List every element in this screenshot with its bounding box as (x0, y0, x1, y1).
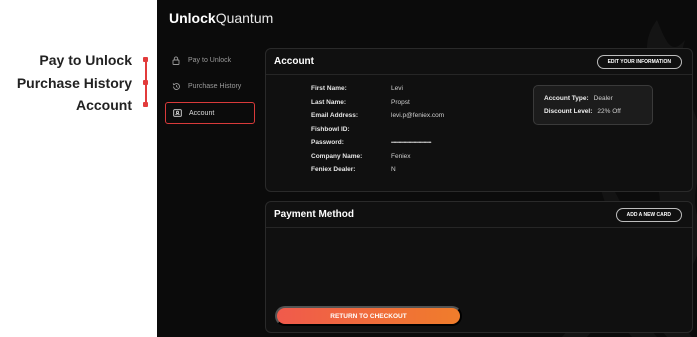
sidebar-item-label: Purchase History (188, 82, 242, 90)
history-icon (171, 81, 181, 91)
lock-icon (171, 55, 181, 65)
field-label: Fishbowl ID: (311, 125, 350, 133)
callout-purchase-history: Purchase History (16, 75, 132, 91)
field-label: Last Name: (311, 98, 347, 106)
field-row-password: Password: ••••••••••••••••••••••••••••••… (311, 136, 444, 150)
logo-bold-text: Unlock (169, 10, 216, 26)
discount-level-value: 22% Off (597, 108, 621, 115)
field-row-company-name: Company Name: Feniex (311, 150, 444, 164)
field-value: levi.p@feniex.com (391, 112, 445, 120)
field-label: Email Address: (311, 112, 359, 120)
return-to-checkout-button[interactable]: RETURN TO CHECKOUT (275, 306, 462, 326)
callout-marker (143, 57, 148, 62)
sidebar-item-account[interactable]: Account (165, 102, 255, 124)
account-panel-header: Account EDIT YOUR INFORMATION (266, 49, 692, 75)
callout-marker (143, 102, 148, 107)
account-panel: Account EDIT YOUR INFORMATION First Name… (265, 48, 693, 192)
sidebar: Pay to Unlock Purchase History Account (165, 50, 255, 130)
password-mask: •••••••••••••••••••••••••••••••• (391, 139, 432, 146)
account-fields: First Name: Levi Last Name: Propst Email… (311, 82, 444, 177)
app-window: UnlockQuantum Pay to Unlock Purchase His… (157, 0, 697, 337)
account-title: Account (274, 56, 314, 67)
callout-pay-to-unlock: Pay to Unlock (39, 52, 132, 68)
payment-method-panel: Payment Method ADD A NEW CARD RETURN TO … (265, 201, 693, 333)
account-type-label: Account Type: (544, 95, 589, 102)
discount-level-row: Discount Level: 22% Off (544, 105, 642, 118)
callout-annotations: Pay to Unlock Purchase History Account (0, 0, 160, 337)
sidebar-item-purchase-history[interactable]: Purchase History (165, 76, 255, 96)
field-value: Levi (391, 85, 403, 93)
field-value: Feniex (391, 152, 411, 160)
account-type-card: Account Type: Dealer Discount Level: 22%… (533, 85, 653, 125)
sidebar-item-pay-to-unlock[interactable]: Pay to Unlock (165, 50, 255, 70)
field-row-feniex-dealer: Feniex Dealer: N (311, 163, 444, 177)
add-new-card-button[interactable]: ADD A NEW CARD (615, 207, 682, 222)
id-card-icon (172, 108, 182, 118)
sidebar-item-label: Pay to Unlock (188, 56, 232, 64)
field-row-last-name: Last Name: Propst (311, 96, 444, 110)
field-label: Feniex Dealer: (311, 166, 356, 174)
field-value: Propst (391, 98, 410, 106)
field-value: N (391, 166, 396, 174)
callout-marker (143, 80, 148, 85)
field-row-first-name: First Name: Levi (311, 82, 444, 96)
field-label: Company Name: (311, 152, 363, 160)
discount-level-label: Discount Level: (544, 108, 593, 115)
app-logo[interactable]: UnlockQuantum (169, 10, 273, 26)
edit-information-button[interactable]: EDIT YOUR INFORMATION (596, 54, 682, 69)
account-type-row: Account Type: Dealer (544, 92, 642, 105)
payment-panel-header: Payment Method ADD A NEW CARD (266, 202, 692, 228)
sidebar-item-label: Account (189, 109, 215, 117)
field-row-email: Email Address: levi.p@feniex.com (311, 109, 444, 123)
callout-account: Account (76, 97, 132, 113)
field-label: First Name: (311, 85, 347, 93)
account-type-value: Dealer (593, 95, 613, 102)
field-label: Password: (311, 139, 344, 147)
field-row-fishbowl-id: Fishbowl ID: (311, 123, 444, 137)
logo-light-text: Quantum (215, 10, 274, 26)
payment-method-title: Payment Method (274, 209, 355, 220)
